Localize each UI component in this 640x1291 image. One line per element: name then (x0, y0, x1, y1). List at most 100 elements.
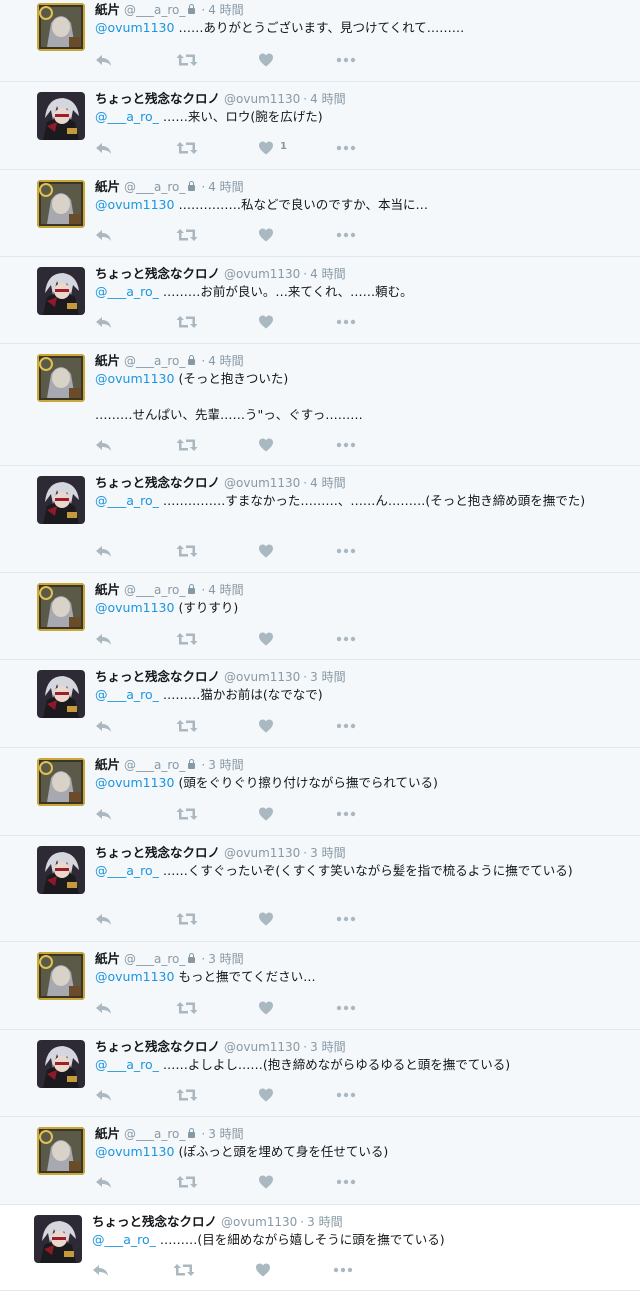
retweet-icon[interactable] (176, 631, 198, 647)
reply-icon[interactable] (95, 227, 113, 243)
heart-icon[interactable] (258, 1000, 274, 1016)
user-handle[interactable]: @___a_ro_ (124, 583, 185, 597)
retweet-icon[interactable] (173, 1262, 195, 1278)
timestamp[interactable]: 3 時間 (307, 1215, 342, 1229)
mention-link[interactable]: @ovum1130 (95, 775, 174, 790)
more-icon[interactable] (335, 718, 357, 734)
tweet[interactable]: ちょっと残念なクロノ @ovum1130 · 4 時間 @___a_ro_ ……………す… (0, 466, 640, 573)
reply-icon[interactable] (95, 718, 113, 734)
heart-icon[interactable] (255, 1262, 271, 1278)
mention-link[interactable]: @ovum1130 (95, 197, 174, 212)
avatar[interactable] (37, 758, 85, 806)
tweet[interactable]: 紙片 @___a_ro_ · 3 時間 @ovum1130 (ぽふっと頭を埋めて身を任せ… (0, 1117, 640, 1205)
user-handle[interactable]: @ovum1130 (224, 1040, 300, 1054)
tweet[interactable]: 紙片 @___a_ro_ · 4 時間 @ovum1130 (すりすり) (0, 573, 640, 660)
tweet[interactable]: 紙片 @___a_ro_ · 3 時間 @ovum1130 もっと撫でてください… (0, 942, 640, 1030)
reply-icon[interactable] (95, 1087, 113, 1103)
heart-icon[interactable] (258, 1087, 274, 1103)
timestamp[interactable]: 4 時間 (208, 180, 243, 194)
heart-icon[interactable] (258, 227, 274, 243)
timestamp[interactable]: 4 時間 (208, 354, 243, 368)
avatar[interactable] (37, 354, 85, 402)
display-name[interactable]: ちょっと残念なクロノ (95, 669, 220, 684)
user-handle[interactable]: @ovum1130 (224, 92, 300, 106)
display-name[interactable]: 紙片 (95, 353, 120, 368)
retweet-icon[interactable] (176, 52, 198, 68)
retweet-icon[interactable] (176, 1087, 198, 1103)
avatar[interactable] (37, 846, 85, 894)
retweet-icon[interactable] (176, 1174, 198, 1190)
more-icon[interactable] (335, 437, 357, 453)
tweet[interactable]: ちょっと残念なクロノ @ovum1130 · 4 時間 @___a_ro_ ……来い、ロ… (0, 82, 640, 170)
tweet[interactable]: ちょっと残念なクロノ @ovum1130 · 3 時間 @___a_ro_ ………猫かお… (0, 660, 640, 748)
tweet[interactable]: ちょっと残念なクロノ @ovum1130 · 3 時間 @___a_ro_ ………(目を… (0, 1205, 640, 1291)
retweet-icon[interactable] (176, 1000, 198, 1016)
avatar[interactable] (37, 3, 85, 51)
tweet[interactable]: 紙片 @___a_ro_ · 4 時間 @ovum1130 (そっと抱きついた) ………… (0, 344, 640, 466)
heart-icon[interactable] (258, 543, 274, 559)
display-name[interactable]: ちょっと残念なクロノ (95, 1039, 220, 1054)
heart-icon[interactable] (258, 437, 274, 453)
more-icon[interactable] (335, 227, 357, 243)
more-icon[interactable] (335, 1174, 357, 1190)
display-name[interactable]: ちょっと残念なクロノ (95, 91, 220, 106)
mention-link[interactable]: @___a_ro_ (95, 284, 159, 299)
user-handle[interactable]: @___a_ro_ (124, 180, 185, 194)
heart-icon[interactable] (258, 52, 274, 68)
timestamp[interactable]: 4 時間 (310, 267, 345, 281)
mention-link[interactable]: @ovum1130 (95, 969, 174, 984)
reply-icon[interactable] (95, 806, 113, 822)
more-icon[interactable] (335, 52, 357, 68)
mention-link[interactable]: @___a_ro_ (95, 493, 159, 508)
more-icon[interactable] (335, 1000, 357, 1016)
display-name[interactable]: ちょっと残念なクロノ (95, 475, 220, 490)
heart-icon[interactable] (258, 314, 274, 330)
timestamp[interactable]: 3 時間 (310, 846, 345, 860)
timestamp[interactable]: 3 時間 (310, 670, 345, 684)
avatar[interactable] (37, 180, 85, 228)
mention-link[interactable]: @ovum1130 (95, 371, 174, 386)
reply-icon[interactable] (95, 314, 113, 330)
display-name[interactable]: ちょっと残念なクロノ (95, 266, 220, 281)
mention-link[interactable]: @ovum1130 (95, 600, 174, 615)
display-name[interactable]: ちょっと残念なクロノ (92, 1214, 217, 1229)
avatar[interactable] (37, 952, 85, 1000)
retweet-icon[interactable] (176, 543, 198, 559)
more-icon[interactable] (332, 1262, 354, 1278)
more-icon[interactable] (335, 314, 357, 330)
avatar[interactable] (37, 583, 85, 631)
user-handle[interactable]: @___a_ro_ (124, 354, 185, 368)
avatar[interactable] (37, 1040, 85, 1088)
more-icon[interactable] (335, 543, 357, 559)
timestamp[interactable]: 3 時間 (208, 952, 243, 966)
retweet-icon[interactable] (176, 911, 198, 927)
timestamp[interactable]: 3 時間 (310, 1040, 345, 1054)
mention-link[interactable]: @___a_ro_ (95, 109, 159, 124)
display-name[interactable]: 紙片 (95, 1126, 120, 1141)
retweet-icon[interactable] (176, 806, 198, 822)
heart-icon[interactable] (258, 718, 274, 734)
heart-icon[interactable] (258, 631, 274, 647)
mention-link[interactable]: @___a_ro_ (92, 1232, 156, 1247)
tweet[interactable]: 紙片 @___a_ro_ · 3 時間 @ovum1130 (頭をぐりぐり擦り付けながら… (0, 748, 640, 836)
timestamp[interactable]: 4 時間 (310, 476, 345, 490)
heart-icon[interactable] (258, 806, 274, 822)
display-name[interactable]: 紙片 (95, 951, 120, 966)
reply-icon[interactable] (95, 911, 113, 927)
retweet-icon[interactable] (176, 718, 198, 734)
avatar[interactable] (37, 267, 85, 315)
user-handle[interactable]: @___a_ro_ (124, 1127, 185, 1141)
display-name[interactable]: 紙片 (95, 2, 120, 17)
user-handle[interactable]: @ovum1130 (224, 846, 300, 860)
timestamp[interactable]: 3 時間 (208, 758, 243, 772)
retweet-icon[interactable] (176, 140, 198, 156)
user-handle[interactable]: @___a_ro_ (124, 758, 185, 772)
more-icon[interactable] (335, 631, 357, 647)
more-icon[interactable] (335, 140, 357, 156)
avatar[interactable] (37, 92, 85, 140)
display-name[interactable]: 紙片 (95, 179, 120, 194)
display-name[interactable]: 紙片 (95, 757, 120, 772)
display-name[interactable]: 紙片 (95, 582, 120, 597)
mention-link[interactable]: @ovum1130 (95, 20, 174, 35)
more-icon[interactable] (335, 1087, 357, 1103)
